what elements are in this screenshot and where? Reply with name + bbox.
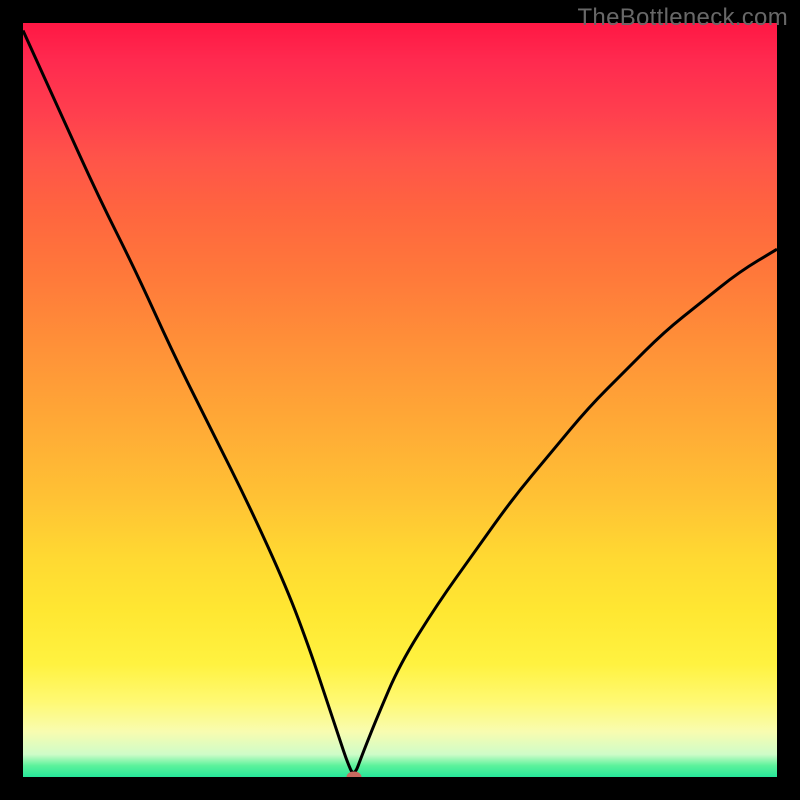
bottleneck-curve-path <box>23 31 777 773</box>
optimal-point-marker <box>347 772 362 778</box>
watermark-text: TheBottleneck.com <box>577 4 788 32</box>
curve-svg <box>23 23 777 777</box>
plot-area <box>23 23 777 777</box>
bottleneck-chart: TheBottleneck.com <box>0 0 800 800</box>
